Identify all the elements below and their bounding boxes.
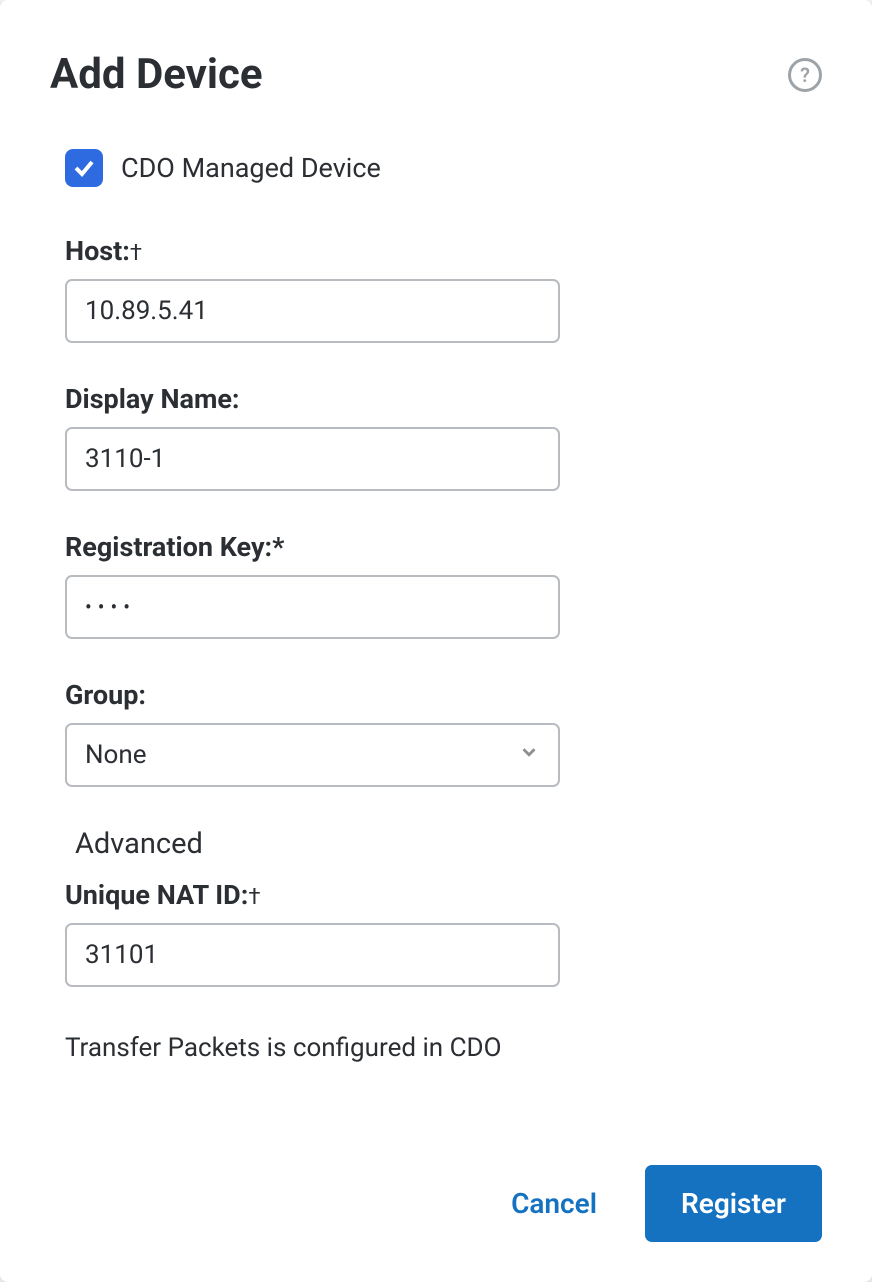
register-button[interactable]: Register xyxy=(645,1165,822,1242)
host-group: Host:† xyxy=(50,235,822,343)
group-field-group: Group: None xyxy=(50,679,822,787)
group-label: Group: xyxy=(65,679,822,711)
host-input[interactable] xyxy=(65,279,560,343)
group-selected-value: None xyxy=(85,740,147,770)
registration-key-label: Registration Key:* xyxy=(65,531,822,563)
display-name-input[interactable] xyxy=(65,427,560,491)
cdo-managed-row: CDO Managed Device xyxy=(50,149,822,187)
dialog-header: Add Device ? xyxy=(50,50,822,99)
unique-nat-id-label: Unique NAT ID:† xyxy=(65,879,822,911)
chevron-down-icon xyxy=(518,740,540,770)
cdo-managed-checkbox[interactable] xyxy=(65,149,103,187)
transfer-packets-note: Transfer Packets is configured in CDO xyxy=(50,1033,822,1063)
dialog-title: Add Device xyxy=(50,50,263,99)
add-device-dialog: Add Device ? CDO Managed Device Host:† D… xyxy=(0,0,872,1282)
cdo-managed-label: CDO Managed Device xyxy=(121,152,381,184)
registration-key-input[interactable] xyxy=(65,575,560,639)
cancel-button[interactable]: Cancel xyxy=(511,1187,597,1220)
group-select[interactable]: None xyxy=(65,723,560,787)
unique-nat-id-input[interactable] xyxy=(65,923,560,987)
display-name-group: Display Name: xyxy=(50,383,822,491)
checkmark-icon xyxy=(72,156,96,180)
host-label: Host:† xyxy=(65,235,822,267)
display-name-label: Display Name: xyxy=(65,383,822,415)
registration-key-group: Registration Key:* xyxy=(50,531,822,639)
unique-nat-id-group: Unique NAT ID:† xyxy=(50,879,822,987)
dialog-footer: Cancel Register xyxy=(50,1125,822,1242)
help-icon[interactable]: ? xyxy=(788,58,822,92)
advanced-section-header: Advanced xyxy=(50,827,822,861)
